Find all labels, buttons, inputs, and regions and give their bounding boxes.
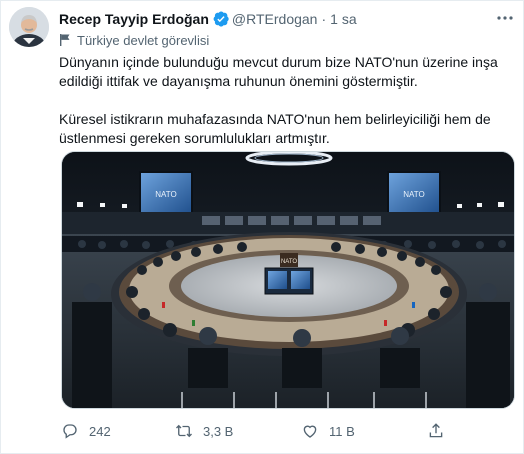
desk-sign-text: NATO (281, 259, 297, 265)
verified-badge-icon (213, 11, 229, 27)
tweet-actions: 242 3,3 B 11 B (61, 421, 461, 441)
author-handle[interactable]: @RTErdogan (232, 11, 318, 27)
right-screen-text: NATO (403, 190, 424, 199)
retweet-count: 3,3 B (203, 423, 234, 439)
tweet-timestamp[interactable]: 1 sa (330, 11, 356, 27)
like-count: 11 B (329, 423, 355, 439)
account-label[interactable]: Türkiye devlet görevlisi (59, 31, 209, 49)
reply-icon (63, 424, 77, 439)
tweet-card[interactable]: Recep Tayyip Erdoğan @RTErdogan · 1 sa T… (0, 0, 524, 454)
author-name[interactable]: Recep Tayyip Erdoğan (59, 11, 209, 27)
left-screen-text: NATO (155, 190, 176, 199)
nato-summit-photo: NATO NATO NATO (62, 152, 514, 408)
tweet-photo[interactable]: NATO NATO NATO (61, 151, 515, 409)
tweet-header: Recep Tayyip Erdoğan @RTErdogan · 1 sa (59, 9, 513, 29)
retweet-icon (176, 424, 192, 438)
share-icon (429, 423, 443, 438)
government-flag-icon (60, 34, 70, 46)
like-button[interactable]: 11 B (301, 421, 355, 441)
retweet-button[interactable]: 3,3 B (175, 421, 233, 441)
tweet-paragraph-1: Dünyanın içinde bulunduğu mevcut durum b… (59, 54, 498, 89)
reply-button[interactable]: 242 (61, 421, 111, 441)
author-avatar[interactable] (9, 7, 49, 47)
separator-dot: · (321, 11, 327, 27)
more-icon[interactable] (495, 11, 515, 25)
account-label-text: Türkiye devlet görevlisi (77, 32, 210, 48)
tweet-text: Dünyanın içinde bulunduğu mevcut durum b… (59, 53, 509, 148)
like-icon (303, 425, 317, 438)
share-button[interactable] (427, 421, 455, 441)
reply-count: 242 (89, 423, 111, 439)
tweet-paragraph-2: Küresel istikrarın muhafazasında NATO'nu… (59, 111, 491, 146)
